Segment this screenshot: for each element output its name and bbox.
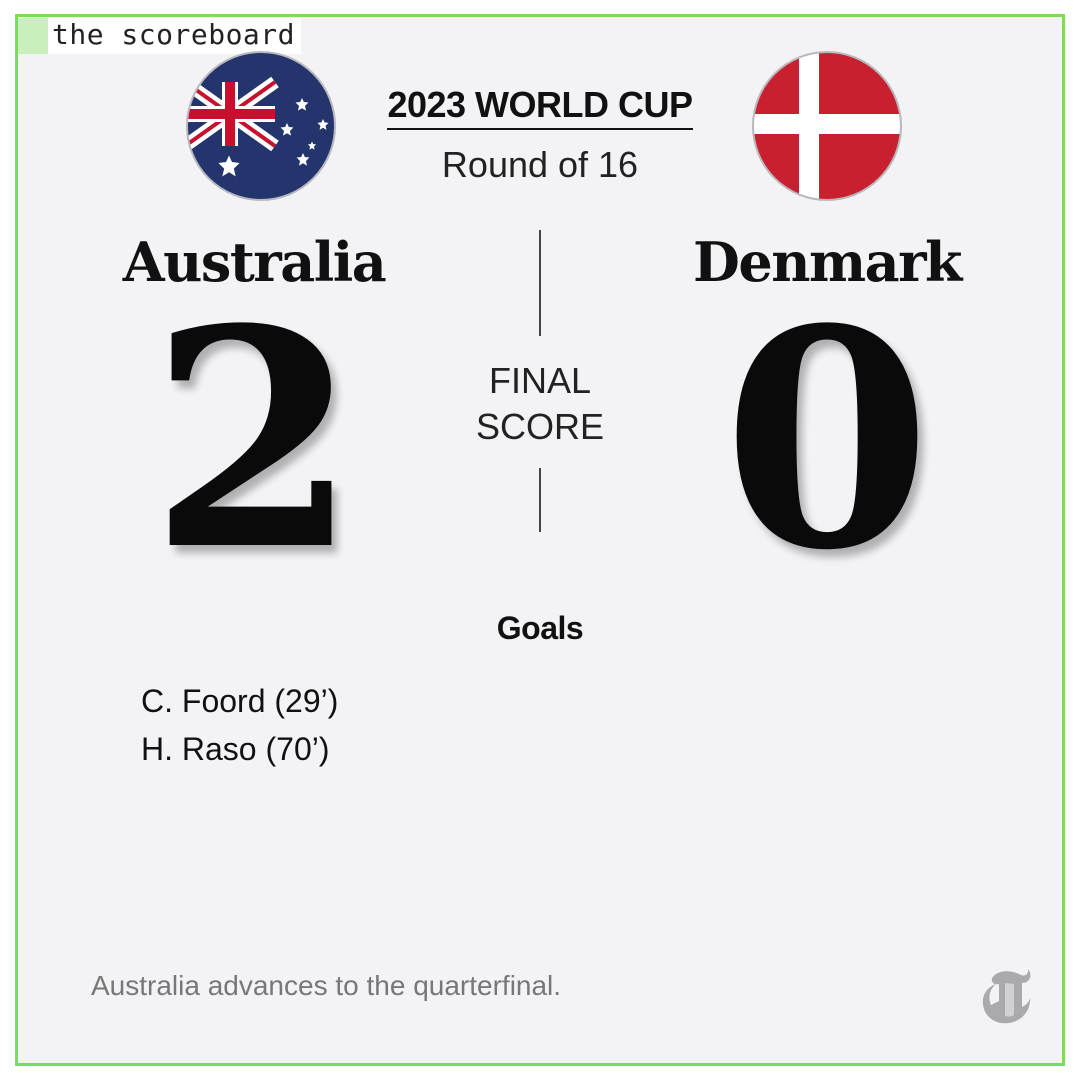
match-status: FINAL SCORE: [440, 358, 640, 450]
tag-label: the scoreboard: [48, 18, 302, 54]
nyt-t-logo-icon: [982, 969, 1031, 1024]
goal-item: C. Foord (29’): [141, 683, 339, 719]
result-note: Australia advances to the quarterfinal.: [91, 970, 562, 1001]
divider-top: [539, 230, 541, 336]
round-label: Round of 16: [441, 144, 639, 185]
denmark-flag-icon: [752, 51, 902, 201]
status-line-2: SCORE: [475, 406, 605, 447]
away-score: 0: [722, 263, 932, 616]
match-header: 2023 WORLD CUP Round of 16: [340, 84, 740, 186]
divider-bottom: [539, 468, 541, 532]
competition-title: 2023 WORLD CUP: [387, 84, 693, 130]
tag-swatch: [18, 18, 48, 54]
home-score: 2: [149, 263, 359, 616]
scoreboard-tag: the scoreboard: [18, 18, 302, 54]
australia-flag-icon: [186, 51, 336, 201]
status-line-1: FINAL: [488, 360, 592, 401]
goal-item: H. Raso (70’): [141, 731, 330, 767]
goals-heading: Goals: [496, 610, 584, 646]
home-goals-list: C. Foord (29’) H. Raso (70’): [141, 677, 338, 773]
